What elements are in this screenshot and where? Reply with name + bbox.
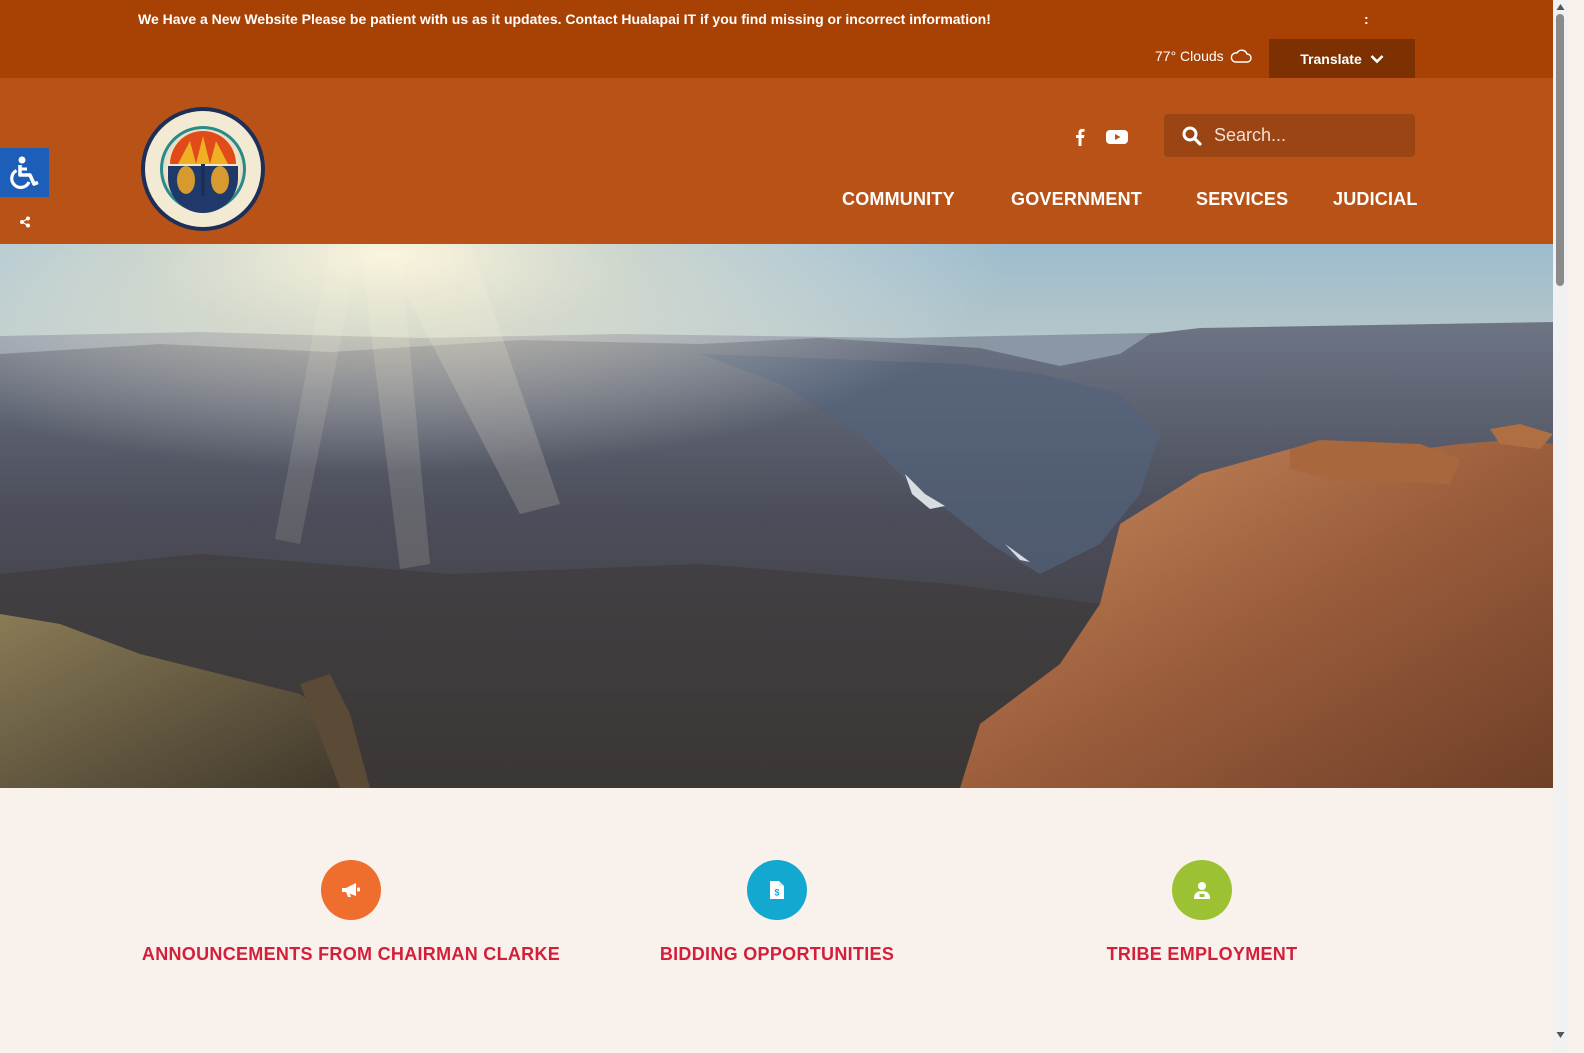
document-dollar-icon: $ <box>770 881 784 899</box>
chevron-down-icon <box>1370 54 1384 63</box>
scroll-up-arrow-icon[interactable] <box>1556 3 1565 11</box>
site-notice-text: We Have a New Website Please be patient … <box>138 11 991 27</box>
top-notice-bar: We Have a New Website Please be patient … <box>0 0 1553 78</box>
employee-icon <box>1194 882 1210 899</box>
share-icon <box>19 216 30 227</box>
employment-icon-circle <box>1172 860 1232 920</box>
accessibility-button[interactable] <box>0 148 49 197</box>
feature-bidding[interactable]: $ BIDDING OPPORTUNITIES <box>564 860 990 965</box>
feature-title[interactable]: BIDDING OPPORTUNITIES <box>564 944 990 965</box>
translate-button[interactable]: Translate <box>1269 39 1415 78</box>
share-button[interactable] <box>0 197 49 246</box>
announcements-icon-circle <box>321 860 381 920</box>
scrollbar-thumb[interactable] <box>1556 14 1564 286</box>
hero-banner <box>0 244 1553 788</box>
cloud-icon <box>1230 49 1252 63</box>
nav-government[interactable]: GOVERNMENT <box>1011 189 1142 210</box>
weather-widget: 77° Clouds <box>1155 48 1252 64</box>
search-input[interactable] <box>1212 124 1406 147</box>
svg-text:$: $ <box>774 888 779 898</box>
translate-label: Translate <box>1300 50 1362 67</box>
feature-employment[interactable]: TRIBE EMPLOYMENT <box>989 860 1415 965</box>
youtube-icon[interactable] <box>1105 128 1129 146</box>
facebook-icon[interactable] <box>1072 128 1088 146</box>
feature-title[interactable]: ANNOUNCEMENTS FROM CHAIRMAN CLARKE <box>138 944 564 965</box>
notice-separator: : <box>1364 11 1369 27</box>
megaphone-icon <box>342 883 360 897</box>
scroll-down-arrow-icon[interactable] <box>1556 1031 1565 1039</box>
tribe-seal-logo[interactable] <box>140 106 266 232</box>
nav-judicial[interactable]: JUDICIAL <box>1333 189 1418 210</box>
bidding-icon-circle: $ <box>747 860 807 920</box>
feature-announcements[interactable]: ANNOUNCEMENTS FROM CHAIRMAN CLARKE <box>138 860 564 965</box>
hero-canyon-image <box>0 244 1553 788</box>
weather-text: 77° Clouds <box>1155 48 1224 64</box>
page-scrollbar[interactable] <box>1553 0 1568 1053</box>
feature-title[interactable]: TRIBE EMPLOYMENT <box>989 944 1415 965</box>
nav-community[interactable]: COMMUNITY <box>842 189 955 210</box>
wheelchair-icon <box>9 156 39 189</box>
quick-links-section: ANNOUNCEMENTS FROM CHAIRMAN CLARKE $ BID… <box>0 788 1553 1053</box>
search-icon <box>1182 126 1202 146</box>
search-box[interactable] <box>1164 114 1415 157</box>
site-header: COMMUNITY GOVERNMENT SERVICES JUDICIAL <box>0 78 1553 244</box>
nav-services[interactable]: SERVICES <box>1196 189 1288 210</box>
